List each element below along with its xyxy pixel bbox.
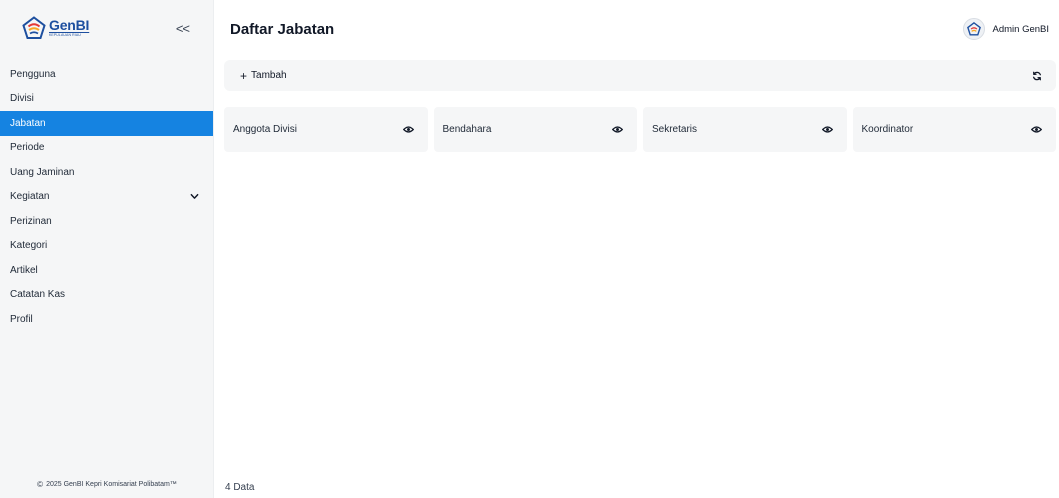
sidebar-item-periode[interactable]: Periode [0,136,213,161]
refresh-button[interactable] [1032,71,1042,81]
sidebar-item-artikel[interactable]: Artikel [0,258,213,283]
brand-subtitle: KEPULAUAN RIAU [49,33,81,38]
sidebar: GenBI KEPULAUAN RIAU << Pengguna Divisi … [0,0,214,498]
sidebar-item-label: Kegiatan [10,191,50,203]
sidebar-item-kategori[interactable]: Kategori [0,234,213,259]
jabatan-name: Sekretaris [652,124,698,135]
eye-icon[interactable] [402,124,414,135]
sidebar-item-label: Pengguna [10,68,56,80]
list-item: Koordinator [852,107,1056,152]
collapse-sidebar-button[interactable]: << [176,21,190,36]
copyright-icon: © [37,479,44,489]
sidebar-item-label: Profil [10,313,33,325]
sidebar-item-perizinan[interactable]: Perizinan [0,209,213,234]
sidebar-item-label: Periode [10,142,45,154]
genbi-avatar-icon [966,22,981,36]
user-menu[interactable]: Admin GenBI [962,18,1050,40]
sidebar-item-uang-jaminan[interactable]: Uang Jaminan [0,160,213,185]
sidebar-menu: Pengguna Divisi Jabatan Periode Uang Jam… [0,62,213,332]
refresh-icon [1033,71,1041,80]
sidebar-item-label: Catatan Kas [10,289,66,301]
jabatan-name: Koordinator [861,124,914,135]
genbi-logo-icon [22,16,46,39]
user-name: Admin GenBI [992,23,1050,35]
sidebar-item-catatan-kas[interactable]: Catatan Kas [0,283,213,308]
avatar [962,18,985,40]
sidebar-item-label: Perizinan [10,215,52,227]
eye-icon[interactable] [821,124,833,135]
list-item: Bendahara [433,107,637,152]
chevron-down-icon [190,194,199,200]
eye-icon[interactable] [1031,124,1042,135]
copyright-text: 2025 GenBI Kepri Komisariat Polibatam™ [46,480,177,488]
sidebar-item-divisi[interactable]: Divisi [0,87,213,112]
page-header: Daftar Jabatan Admin GenBI [214,0,1059,58]
sidebar-item-label: Artikel [10,264,38,276]
sidebar-brand: GenBI KEPULAUAN RIAU << [0,0,213,56]
brand-name: GenBI [49,17,90,34]
plus-icon: + [240,68,248,83]
jabatan-list: Anggota Divisi Bendahara Sekretaris Koor… [224,107,1056,152]
sidebar-footer: © 2025 GenBI Kepri Komisariat Polibatam™ [0,470,214,498]
toolbar: + Tambah [224,60,1056,91]
sidebar-item-label: Kategori [10,240,48,252]
sidebar-item-label: Uang Jaminan [10,166,75,178]
sidebar-item-kegiatan[interactable]: Kegiatan [0,185,213,210]
eye-icon[interactable] [612,124,623,135]
page-title: Daftar Jabatan [230,20,335,38]
add-button[interactable]: + Tambah [240,70,287,82]
sidebar-item-pengguna[interactable]: Pengguna [0,62,213,87]
sidebar-item-profil[interactable]: Profil [0,307,213,332]
add-button-label: Tambah [251,70,287,81]
genbi-logo[interactable]: GenBI KEPULAUAN RIAU [22,16,89,40]
sidebar-item-label: Divisi [10,93,34,105]
list-item: Sekretaris [643,107,847,152]
sidebar-item-jabatan[interactable]: Jabatan [0,111,213,136]
jabatan-name: Bendahara [442,124,492,135]
data-count: 4 Data [225,482,255,493]
sidebar-item-label: Jabatan [10,117,46,129]
jabatan-name: Anggota Divisi [233,124,297,135]
list-item: Anggota Divisi [224,107,428,152]
